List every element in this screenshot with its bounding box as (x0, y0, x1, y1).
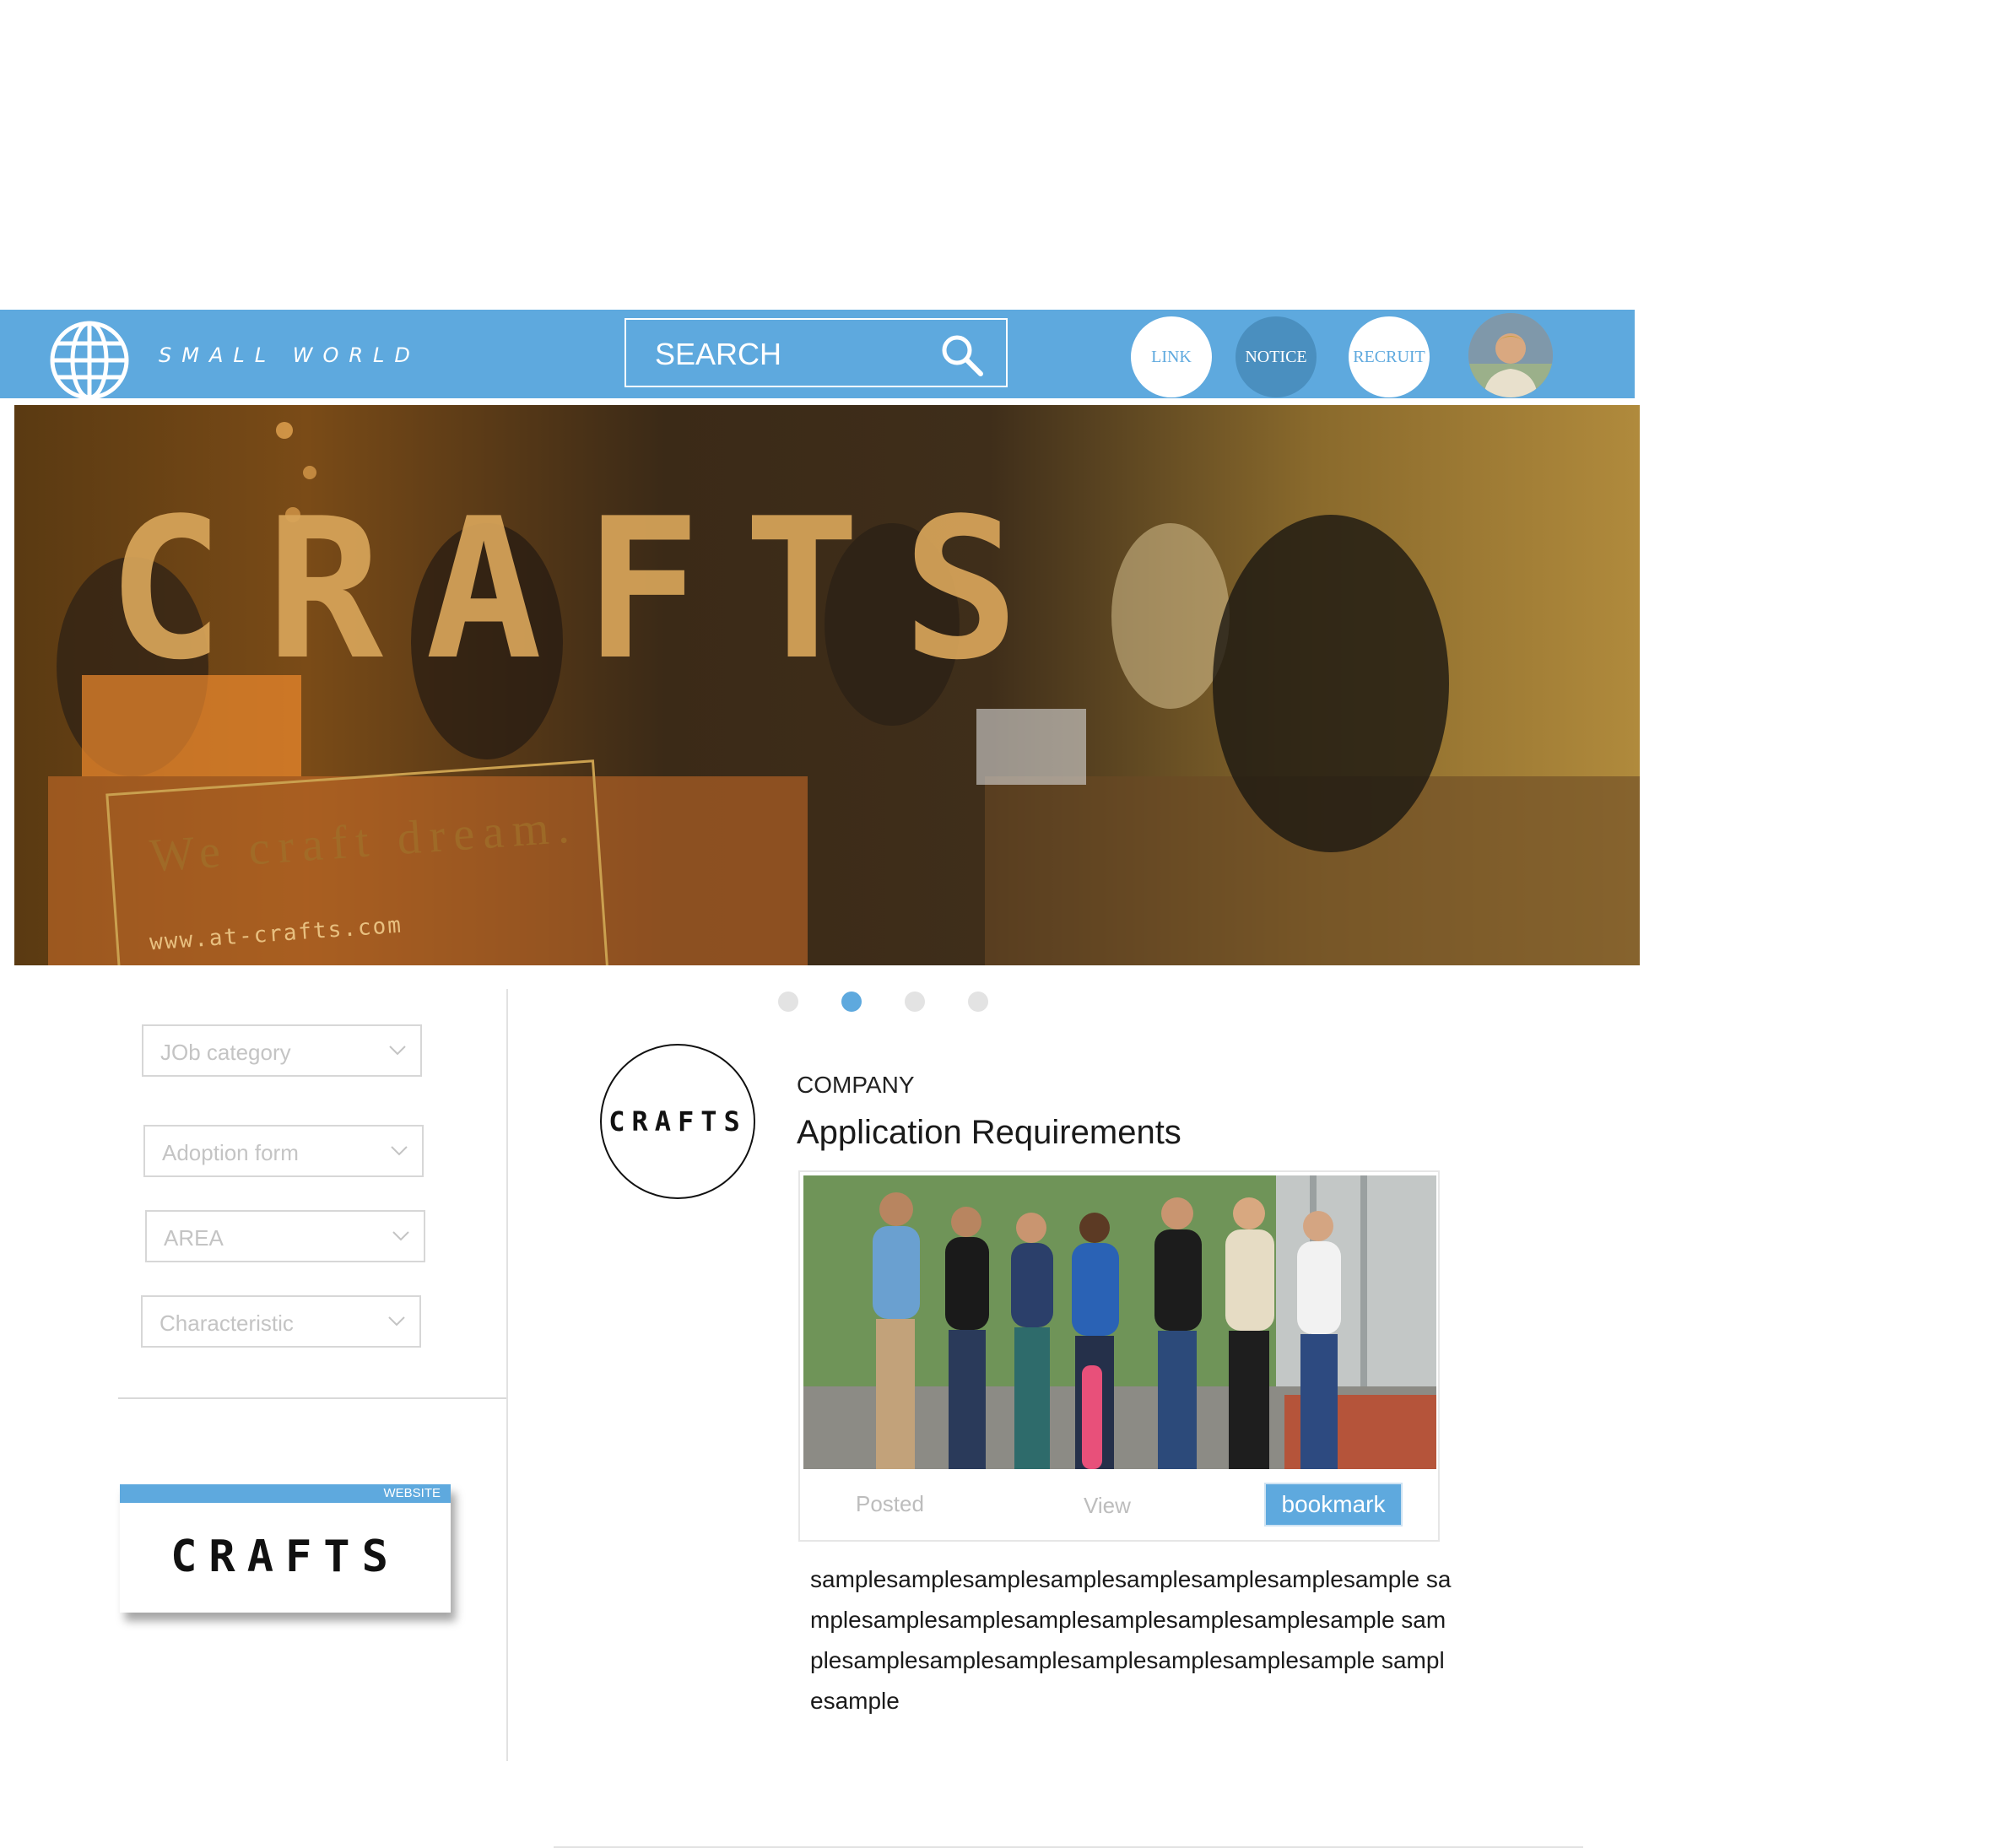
description-text: samplesamplesamplesamplesamplesamplesamp… (810, 1566, 1452, 1714)
hero-title: CRAFTS (107, 478, 1062, 703)
carousel-dot-2[interactable] (841, 992, 862, 1012)
bookmark-button[interactable]: bookmark (1264, 1483, 1403, 1526)
page-title: Application Requirements (797, 1114, 1181, 1151)
chevron-down-icon (388, 1045, 407, 1056)
nav-notice-button[interactable]: NOTICE (1236, 316, 1317, 397)
job-card: Posted View bookmark (798, 1170, 1440, 1542)
adoption-form-select[interactable]: Adoption form (143, 1125, 424, 1177)
hero-banner[interactable]: CRAFTS We craft dream. www.at-crafts.com (14, 405, 1640, 965)
company-logo[interactable]: CRAFTS (600, 1044, 755, 1199)
top-nav-bar: SMALL WORLD SEARCH LINK NOTICE RECRUIT (0, 310, 1635, 401)
adoption-form-label: Adoption form (162, 1140, 299, 1165)
website-banner-bar: WEBSITE (120, 1484, 451, 1503)
search-icon[interactable] (938, 332, 986, 379)
nav-link-button[interactable]: LINK (1131, 316, 1212, 397)
chevron-down-icon (390, 1145, 408, 1157)
area-label: AREA (164, 1225, 224, 1251)
carousel-dot-1[interactable] (778, 992, 798, 1012)
view-label[interactable]: View (1084, 1493, 1131, 1519)
sidebar-divider (506, 989, 508, 1761)
carousel-dot-4[interactable] (968, 992, 988, 1012)
job-category-label: JOb category (160, 1040, 291, 1065)
card-actions: Posted View bookmark (800, 1472, 1438, 1542)
nav-recruit-button[interactable]: RECRUIT (1349, 316, 1430, 397)
user-avatar[interactable] (1468, 313, 1553, 397)
website-banner[interactable]: WEBSITE CRAFTS (120, 1484, 451, 1613)
sidebar-separator (118, 1397, 506, 1399)
characteristic-label: Characteristic (160, 1310, 294, 1336)
team-photo (803, 1175, 1436, 1469)
chevron-down-icon (387, 1316, 406, 1327)
globe-icon[interactable] (49, 320, 130, 401)
carousel-dot-3[interactable] (905, 992, 925, 1012)
company-label: COMPANY (797, 1072, 915, 1098)
search-input[interactable]: SEARCH (625, 318, 1008, 387)
characteristic-select[interactable]: Characteristic (141, 1295, 421, 1348)
area-select[interactable]: AREA (145, 1210, 425, 1262)
chevron-down-icon (392, 1230, 410, 1242)
website-logo: CRAFTS (170, 1532, 400, 1582)
posted-label[interactable]: Posted (856, 1491, 924, 1517)
search-label: SEARCH (655, 337, 782, 371)
job-category-select[interactable]: JOb category (142, 1024, 422, 1077)
brand-name[interactable]: SMALL WORLD (159, 343, 420, 367)
website-tag: WEBSITE (383, 1486, 441, 1500)
